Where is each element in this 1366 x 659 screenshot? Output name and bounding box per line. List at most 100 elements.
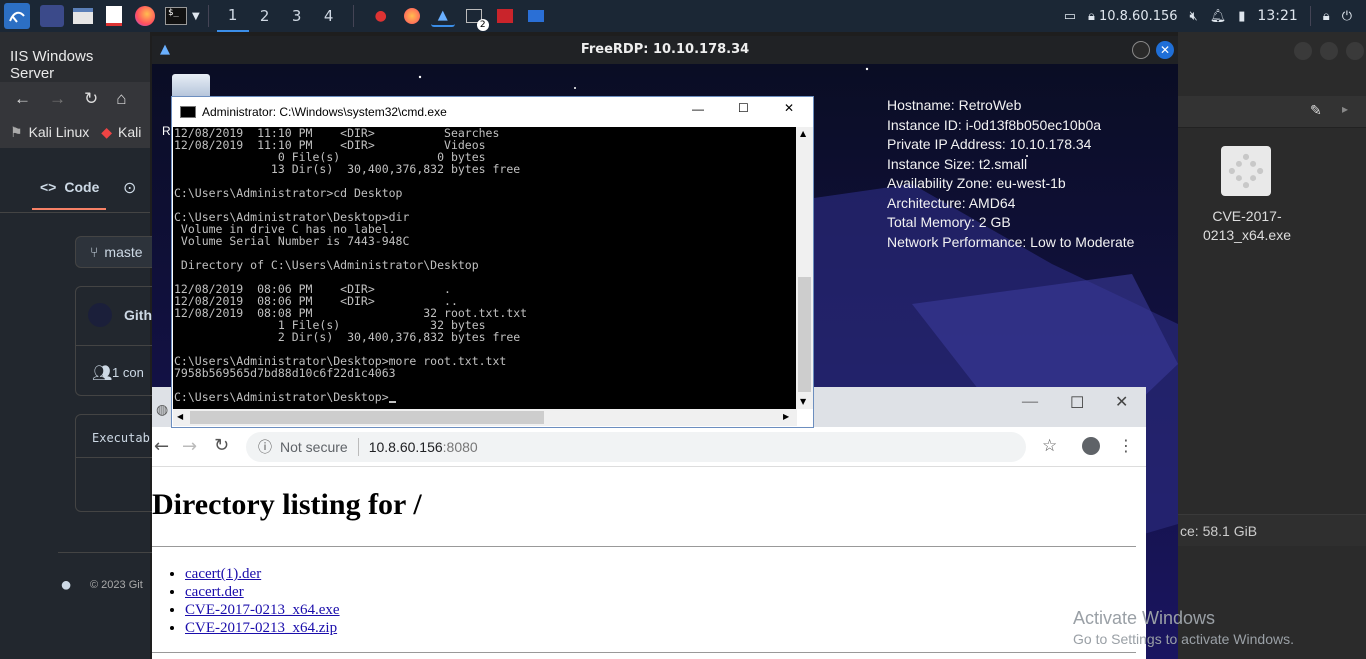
profile-icon[interactable] xyxy=(1082,437,1100,455)
terminal-task-icon[interactable]: 2 xyxy=(462,5,489,31)
power-icon[interactable]: ⏻ xyxy=(1342,9,1352,24)
chrome-tab-icon[interactable]: ◍ xyxy=(156,402,168,419)
notification-bell-icon[interactable]: 🔔︎ xyxy=(1210,9,1227,24)
divider xyxy=(152,546,1136,547)
workspace-2[interactable]: 2 xyxy=(249,0,281,32)
browser-tab-title[interactable]: IIS Windows Server xyxy=(0,32,150,82)
vpn-lock-icon[interactable]: 🔒︎ xyxy=(1088,9,1095,24)
background-browser: IIS Windows Server ← → ↻ ⌂ ⚑ Kali Linux … xyxy=(0,32,166,659)
bookmark-kali-linux[interactable]: Kali Linux xyxy=(29,124,90,140)
menu-kebab-icon[interactable]: ⋮ xyxy=(1118,436,1134,455)
chevron-down-icon[interactable]: ▼ xyxy=(192,11,200,22)
home-icon[interactable]: ⌂ xyxy=(116,89,126,109)
not-secure-label: Not secure xyxy=(280,439,348,455)
maximize-icon[interactable]: ☐ xyxy=(738,101,749,115)
sysinfo-zone: Availability Zone: eu-west-1b xyxy=(887,175,1066,191)
horizontal-scrollbar[interactable]: ◀ ▶ xyxy=(173,409,797,426)
firefox-icon[interactable] xyxy=(133,5,157,27)
contributors[interactable]: 1 con xyxy=(112,365,144,380)
freerdp-task-icon[interactable]: ▲ xyxy=(430,5,455,27)
scroll-right-icon[interactable]: ▶ xyxy=(783,412,789,421)
code-icon: <> xyxy=(40,179,57,195)
file-name[interactable]: CVE-2017-0213_x64.exe xyxy=(1182,207,1312,245)
edit-path-icon[interactable]: ✎ xyxy=(1310,102,1322,119)
kali-tools-icon: ◆ xyxy=(101,123,113,140)
forward-icon[interactable]: → xyxy=(182,436,197,457)
file-link[interactable]: cacert(1).der xyxy=(185,566,261,582)
bginfo-panel: Hostname: RetroWeb Instance ID: i-0d13f8… xyxy=(887,96,1134,252)
scroll-down-icon[interactable]: ▼ xyxy=(800,397,806,406)
tab-code[interactable]: <> Code xyxy=(32,166,106,210)
list-item: CVE-2017-0213_x64.zip xyxy=(185,619,340,637)
workspace-1[interactable]: 1 xyxy=(216,0,249,32)
file-manager-icon[interactable] xyxy=(71,5,95,27)
workspace-3[interactable]: 3 xyxy=(281,0,313,32)
scroll-thumb[interactable] xyxy=(190,411,544,424)
cmd-title: Administrator: C:\Windows\system32\cmd.e… xyxy=(202,105,447,119)
vertical-scrollbar[interactable]: ▲ ▼ xyxy=(796,127,813,409)
github-logo-icon[interactable]: ● xyxy=(60,574,72,597)
cmd-line: 2 Dir(s) 30,400,376,832 bytes free xyxy=(174,330,521,344)
taskbar: $_ ▼ 1 2 3 4 ● ▲ 2 ▭ 🔒︎ 10.8.60.156 🔇︎ 🔔… xyxy=(0,0,1366,32)
status-bar: ce: 58.1 GiB xyxy=(1178,514,1366,546)
window-button[interactable] xyxy=(1346,42,1364,60)
reload-icon[interactable]: ↻ xyxy=(214,435,229,456)
info-icon[interactable]: ⓘ xyxy=(258,437,272,457)
repo-name[interactable]: Gith xyxy=(124,307,152,323)
back-icon[interactable]: ← xyxy=(154,436,169,457)
people-icon: 👥︎ xyxy=(92,365,113,382)
close-button[interactable]: ✕ xyxy=(1156,41,1174,59)
cmd-output[interactable]: 12/08/2019 11:10 PM <DIR> Searches 12/08/… xyxy=(173,127,797,409)
cmd-line: 7958b569565d7bd88d10c6f22d1c4063 xyxy=(174,366,396,380)
maximize-icon[interactable]: ☐ xyxy=(1070,393,1084,413)
kali-menu-icon[interactable] xyxy=(4,3,30,29)
window-button[interactable] xyxy=(1294,42,1312,60)
firefox-task-icon[interactable] xyxy=(400,5,424,27)
forward-icon[interactable]: → xyxy=(49,89,66,109)
file-link[interactable]: CVE-2017-0213_x64.zip xyxy=(185,620,337,636)
file-link[interactable]: cacert.der xyxy=(185,584,244,600)
minimize-icon[interactable]: — xyxy=(692,102,704,116)
minimize-icon[interactable]: — xyxy=(1022,393,1038,411)
reload-icon[interactable]: ↻ xyxy=(84,89,98,109)
path-bar: ✎ ▸ xyxy=(1178,96,1366,128)
file-link[interactable]: CVE-2017-0213_x64.exe xyxy=(185,602,340,618)
bookmark-kali[interactable]: Kali xyxy=(118,124,141,140)
desktop-icon[interactable] xyxy=(40,5,64,27)
volume-muted-icon[interactable]: 🔇︎ xyxy=(1190,9,1198,24)
vpn-ip: 10.8.60.156 xyxy=(1098,8,1178,24)
lock-screen-icon[interactable]: 🔒︎ xyxy=(1323,9,1330,24)
minimize-button[interactable] xyxy=(1132,41,1150,59)
branch-icon: ⑂ xyxy=(90,244,99,260)
cmd-line: 13 Dir(s) 30,400,376,832 bytes free xyxy=(174,162,521,176)
red-app-icon[interactable] xyxy=(493,5,517,27)
bookmark-star-icon[interactable]: ☆ xyxy=(1042,436,1057,456)
battery-icon[interactable]: ▮ xyxy=(1238,9,1245,24)
cherry-icon[interactable]: ● xyxy=(369,5,393,27)
list-item: CVE-2017-0213_x64.exe xyxy=(185,601,340,619)
window-button[interactable] xyxy=(1320,42,1338,60)
workspace-4[interactable]: 4 xyxy=(313,0,345,32)
scroll-left-icon[interactable]: ◀ xyxy=(177,412,183,421)
divider xyxy=(152,652,1136,653)
scroll-thumb[interactable] xyxy=(798,277,811,392)
close-icon[interactable]: ✕ xyxy=(1115,392,1128,412)
sysinfo-memory: Total Memory: 2 GB xyxy=(887,214,1011,230)
sysinfo-network: Network Performance: Low to Moderate xyxy=(887,233,1135,250)
avatar xyxy=(88,303,112,327)
cursor xyxy=(388,401,396,403)
text-editor-icon[interactable] xyxy=(102,5,126,27)
close-icon[interactable]: ✕ xyxy=(784,101,794,115)
chevron-right-icon[interactable]: ▸ xyxy=(1342,102,1348,116)
issues-icon[interactable]: ⊙ xyxy=(123,178,136,198)
file-exe-icon[interactable] xyxy=(1221,146,1271,196)
screen-icon[interactable]: ▭ xyxy=(1064,9,1076,24)
recycle-bin-label[interactable]: R xyxy=(162,124,171,138)
cmd-line: Volume Serial Number is 7443-948C xyxy=(174,234,410,248)
scroll-up-icon[interactable]: ▲ xyxy=(800,129,806,138)
blue-app-icon[interactable] xyxy=(524,5,548,27)
branch-name: maste xyxy=(104,244,143,260)
terminal-icon[interactable]: $_ xyxy=(164,5,188,27)
address-bar[interactable]: ⓘ Not secure 10.8.60.156 :8080 xyxy=(246,432,1026,462)
back-icon[interactable]: ← xyxy=(14,89,31,109)
